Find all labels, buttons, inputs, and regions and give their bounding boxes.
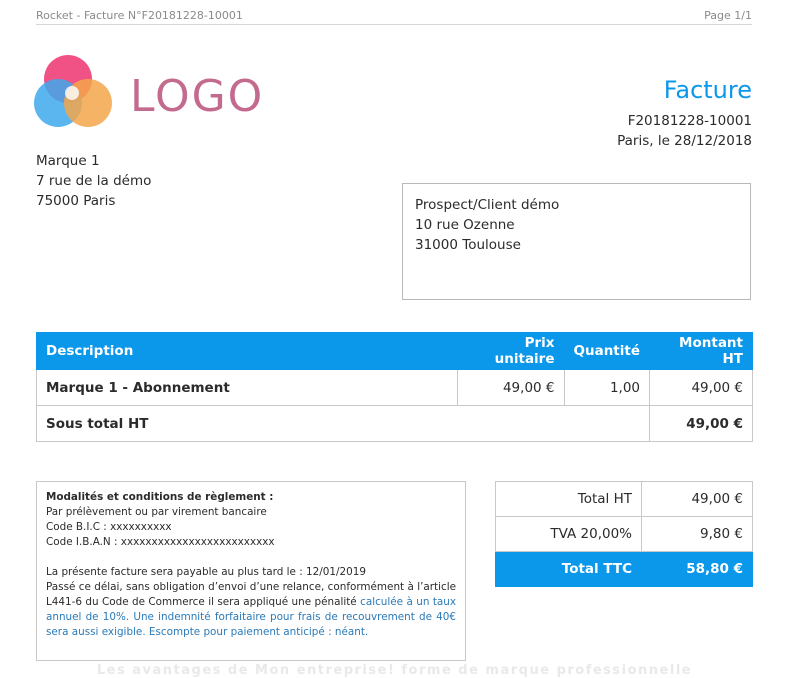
tva-label: TVA 20,00% bbox=[495, 516, 642, 552]
total-ttc-row: Total TTC 58,80 € bbox=[495, 551, 753, 587]
header-divider bbox=[36, 24, 752, 25]
footer-text: Les avantages de Mon entreprise! forme d… bbox=[96, 663, 693, 678]
total-ht-row: Total HT 49,00 € bbox=[495, 481, 753, 517]
table-row: Marque 1 - Abonnement 49,00 € 1,00 49,00… bbox=[36, 369, 753, 406]
conditions-bic: Code B.I.C : xxxxxxxxxx bbox=[46, 521, 172, 533]
logo-icon: LOGO bbox=[34, 55, 264, 127]
col-description: Description bbox=[36, 332, 458, 370]
subtotal-label: Sous total HT bbox=[36, 405, 650, 442]
conditions-method: Par prélèvement ou par virement bancaire bbox=[46, 506, 267, 518]
total-ht-label: Total HT bbox=[495, 481, 642, 517]
row-amount: 49,00 € bbox=[649, 369, 753, 406]
conditions-due-date: La présente facture sera payable au plus… bbox=[46, 566, 366, 578]
col-amount: Montant HT bbox=[649, 332, 753, 370]
page-number: Page 1/1 bbox=[704, 9, 752, 22]
logo-text: LOGO bbox=[130, 71, 264, 122]
items-header-row: Description Prix unitaire Quantité Monta… bbox=[36, 332, 753, 370]
row-description: Marque 1 - Abonnement bbox=[36, 369, 458, 406]
total-ttc-value: 58,80 € bbox=[641, 551, 753, 587]
payment-conditions: Modalités et conditions de règlement : P… bbox=[36, 481, 466, 661]
subtotal-value: 49,00 € bbox=[649, 405, 753, 442]
total-ht-value: 49,00 € bbox=[641, 481, 753, 517]
tva-row: TVA 20,00% 9,80 € bbox=[495, 516, 753, 552]
client-address-box: Prospect/Client démo 10 rue Ozenne 31000… bbox=[402, 183, 751, 300]
document-header-title: Rocket - Facture N°F20181228-10001 bbox=[36, 9, 243, 22]
col-unit-price: Prix unitaire bbox=[456, 332, 565, 370]
invoice-date: Paris, le 28/12/2018 bbox=[617, 133, 752, 149]
col-quantity: Quantité bbox=[563, 332, 650, 370]
totals-table: Total HT 49,00 € TVA 20,00% 9,80 € Total… bbox=[495, 481, 753, 587]
sender-address: Marque 1 7 rue de la démo 75000 Paris bbox=[36, 151, 151, 211]
sender-city: 75000 Paris bbox=[36, 193, 116, 209]
conditions-title: Modalités et conditions de règlement : bbox=[46, 491, 274, 503]
subtotal-row: Sous total HT 49,00 € bbox=[36, 405, 753, 442]
invoice-title: Facture bbox=[663, 76, 752, 104]
sender-street: 7 rue de la démo bbox=[36, 173, 152, 189]
conditions-iban: Code I.B.A.N : xxxxxxxxxxxxxxxxxxxxxxxxx bbox=[46, 536, 275, 548]
invoice-number: F20181228-10001 bbox=[627, 113, 752, 129]
client-street: 10 rue Ozenne bbox=[415, 217, 515, 233]
row-quantity: 1,00 bbox=[563, 369, 650, 406]
tva-value: 9,80 € bbox=[641, 516, 753, 552]
client-name: Prospect/Client démo bbox=[415, 197, 560, 213]
sender-name: Marque 1 bbox=[36, 153, 100, 169]
company-logo: LOGO bbox=[34, 53, 274, 137]
row-unit-price: 49,00 € bbox=[456, 369, 565, 406]
items-table: Description Prix unitaire Quantité Monta… bbox=[36, 332, 753, 442]
conditions-penalty: Passé ce délai, sans obligation d’envoi … bbox=[46, 580, 456, 640]
client-city: 31000 Toulouse bbox=[415, 237, 521, 253]
total-ttc-label: Total TTC bbox=[495, 551, 642, 587]
